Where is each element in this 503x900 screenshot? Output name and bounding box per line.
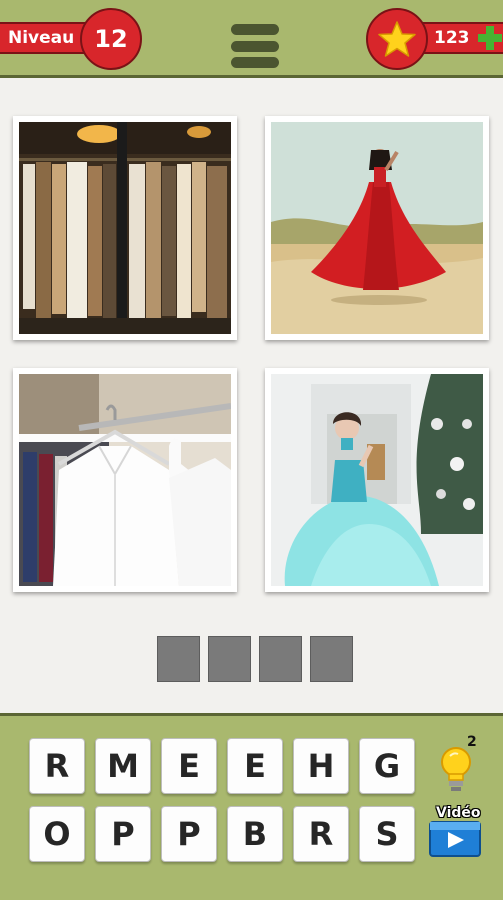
plus-icon[interactable] [478,26,502,50]
letter-key[interactable]: R [293,806,349,862]
white-shirt-hanger-image [19,374,231,586]
hamburger-icon [231,40,279,52]
letter-key[interactable]: H [293,738,349,794]
white-shirt-hanger-photo[interactable] [13,368,237,592]
answer-slot[interactable] [310,636,353,682]
hint-button[interactable] [436,742,484,796]
woman-blue-gown-image [271,374,483,586]
top-bar: Niveau 12 123 [0,0,503,78]
answer-slot[interactable] [157,636,200,682]
lightbulb-icon [441,747,471,791]
hamburger-icon [231,57,279,68]
woman-red-dress-image [271,122,483,334]
star-icon [378,21,416,57]
level-number: 12 [80,8,142,70]
answer-slots [157,636,353,682]
woman-blue-gown-photo[interactable] [265,368,489,592]
answer-slot[interactable] [208,636,251,682]
hint-count: 2 [467,734,477,750]
star-button[interactable] [366,8,428,70]
answer-slot[interactable] [259,636,302,682]
letter-key[interactable]: B [227,806,283,862]
menu-button[interactable] [231,24,279,68]
letter-key[interactable]: E [227,738,283,794]
letter-key[interactable]: R [29,738,85,794]
clothes-rack-photo[interactable] [13,116,237,340]
letter-key[interactable]: O [29,806,85,862]
letter-key[interactable]: M [95,738,151,794]
coin-count: 123 [434,28,470,48]
woman-red-dress-photo[interactable] [265,116,489,340]
letter-key[interactable]: P [95,806,151,862]
hamburger-icon [231,24,279,35]
level-label: Niveau [8,28,75,48]
letter-key[interactable]: S [359,806,415,862]
letter-key[interactable]: P [161,806,217,862]
video-button[interactable] [428,818,482,858]
video-play-icon [429,821,481,857]
clothes-rack-image [19,122,231,334]
letter-key[interactable]: E [161,738,217,794]
letter-key[interactable]: G [359,738,415,794]
